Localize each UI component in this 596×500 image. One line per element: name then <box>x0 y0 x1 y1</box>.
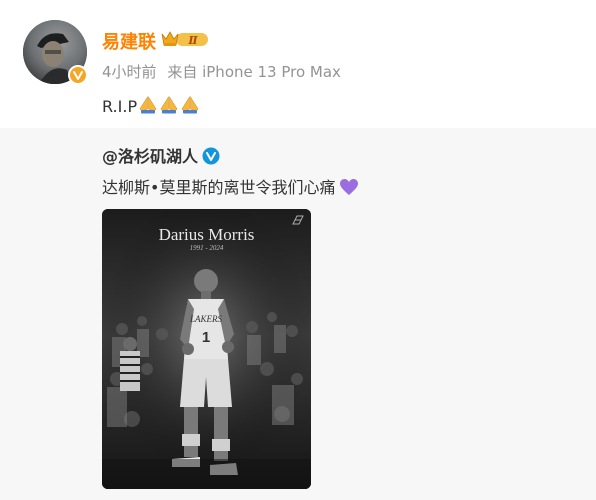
author-avatar[interactable] <box>23 20 88 85</box>
jersey-text: LAKERS <box>189 314 223 324</box>
repost-body: 达柳斯•莫里斯的离世令我们心痛 <box>102 174 359 198</box>
reposted-content[interactable]: @洛杉矶湖人 达柳斯•莫里斯的离世令我们心痛 LAKERS 1 Darius M… <box>0 128 596 500</box>
lakers-logo-icon <box>292 215 304 225</box>
post-time[interactable]: 4小时前 <box>102 63 157 81</box>
post-body: R.I.P <box>102 95 200 116</box>
verified-orange-icon <box>68 65 88 85</box>
post-text: R.I.P <box>102 97 138 116</box>
jersey-number: 1 <box>202 329 210 346</box>
post-meta: 4小时前 来自 iPhone 13 Pro Max <box>102 61 347 82</box>
repost-author-name[interactable]: @洛杉矶湖人 <box>102 147 198 166</box>
purple-heart-icon <box>340 179 359 195</box>
verified-blue-icon <box>202 147 220 165</box>
pray-emoji-icon <box>139 95 157 114</box>
post-source: 来自 iPhone 13 Pro Max <box>167 63 341 81</box>
vip-crown-icon[interactable]: Ⅱ <box>160 30 210 48</box>
vip-level: Ⅱ <box>187 34 198 47</box>
repost-text: 达柳斯•莫里斯的离世令我们心痛 <box>102 178 336 197</box>
photo-name: Darius Morris <box>158 225 255 244</box>
memorial-photo[interactable]: LAKERS 1 Darius Morris 1991 - 2024 <box>102 209 311 489</box>
pray-emoji-icon <box>160 95 178 114</box>
pray-emoji-icon <box>181 95 199 114</box>
author-name[interactable]: 易建联 <box>102 28 156 54</box>
photo-years: 1991 - 2024 <box>189 244 224 252</box>
repost-author: @洛杉矶湖人 <box>102 143 220 167</box>
weibo-post: 易建联 Ⅱ 4小时前 来自 iPhone 13 Pro Max R.I.P <box>0 0 596 128</box>
